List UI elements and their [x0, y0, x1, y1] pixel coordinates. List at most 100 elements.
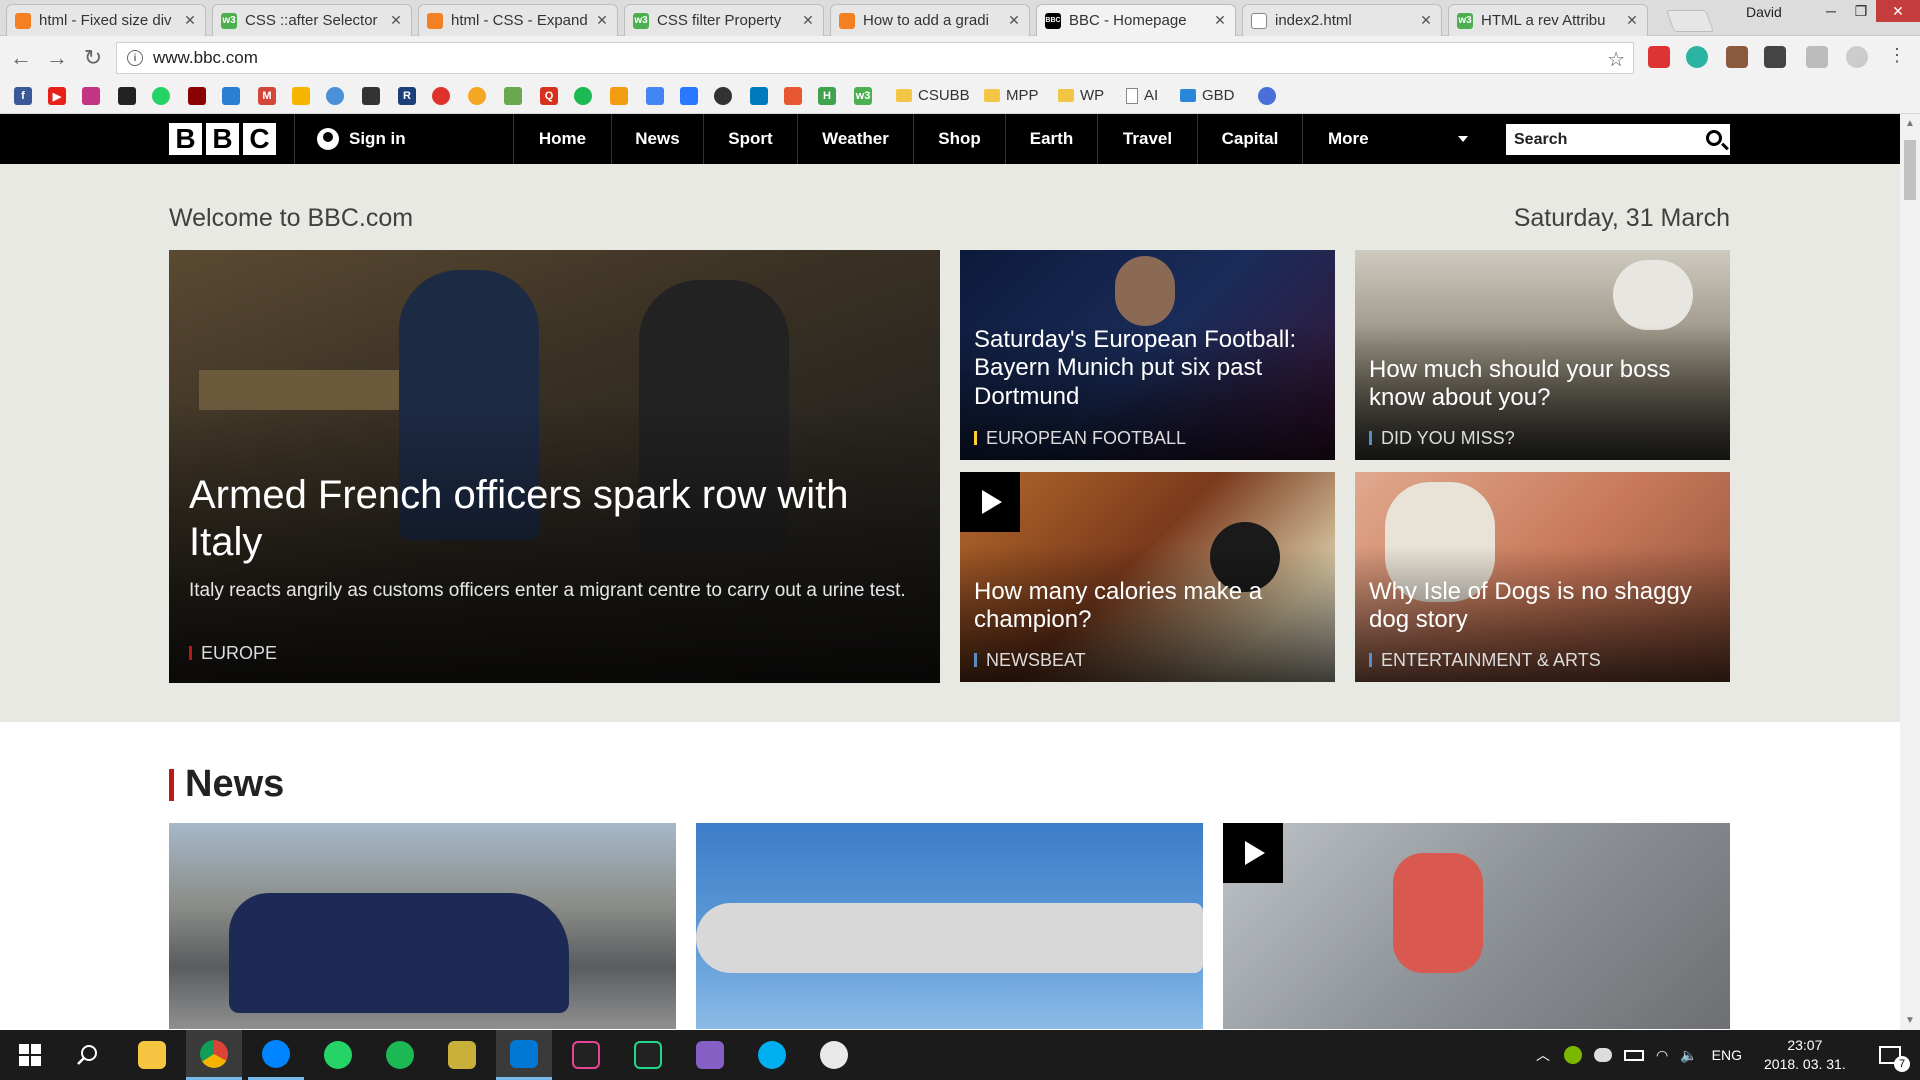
scroll-down-icon[interactable]: ▼ [1905, 1015, 1915, 1026]
nav-shop[interactable]: Shop [913, 114, 1005, 164]
adblock-extension-icon[interactable] [1648, 46, 1670, 68]
chevron-up-icon[interactable]: ︿ [1536, 1045, 1550, 1065]
close-icon[interactable]: ✕ [1419, 12, 1433, 29]
bookmark-folder[interactable]: WP [1058, 87, 1104, 104]
nav-weather[interactable]: Weather [797, 114, 913, 164]
taskbar-chrome[interactable] [186, 1030, 242, 1080]
w3schools-icon[interactable]: w3 [854, 87, 872, 105]
hero-main-tag[interactable]: EUROPE [189, 643, 277, 664]
bookmark-icon[interactable] [118, 87, 136, 105]
tab[interactable]: html - Fixed size div ✕ [6, 4, 206, 36]
facebook-icon[interactable]: f [14, 87, 32, 105]
hero-card[interactable]: How many calories make a champion? NEWSB… [960, 472, 1335, 682]
search-button[interactable] [60, 1030, 116, 1080]
hero-card-tag[interactable]: ENTERTAINMENT & ARTS [1369, 650, 1601, 671]
play-icon[interactable] [960, 472, 1020, 532]
hero-card-tag[interactable]: NEWSBEAT [974, 650, 1086, 671]
nav-sport[interactable]: Sport [703, 114, 797, 164]
taskbar-messenger[interactable] [248, 1030, 304, 1080]
bookmark-folder[interactable]: AI [1126, 87, 1158, 104]
language-indicator[interactable]: ENG [1712, 1047, 1742, 1063]
bookmark-folder[interactable]: CSUBB [896, 87, 970, 104]
bookmark-icon[interactable] [680, 87, 698, 105]
bookmark-icon[interactable] [188, 87, 206, 105]
notifications-button[interactable]: 7 [1862, 1030, 1918, 1080]
hero-card-title[interactable]: Saturday's European Football: Bayern Mun… [974, 326, 1321, 411]
bookmark-icon[interactable]: R [398, 87, 416, 105]
start-button[interactable] [2, 1030, 58, 1080]
tab[interactable]: How to add a gradi ✕ [830, 4, 1030, 36]
reload-icon[interactable]: ↻ [78, 43, 108, 73]
minimize-icon[interactable]: ─ [1816, 0, 1846, 22]
instagram-icon[interactable] [82, 87, 100, 105]
hero-card-title[interactable]: How much should your boss know about you… [1369, 356, 1716, 413]
bookmark-icon[interactable] [504, 87, 522, 105]
google-translate-icon[interactable] [646, 87, 664, 105]
taskbar-skype[interactable] [744, 1030, 800, 1080]
bookmark-icon[interactable]: H [818, 87, 836, 105]
wifi-icon[interactable]: ◠ [1656, 1047, 1668, 1064]
taskbar-visual-studio[interactable] [682, 1030, 738, 1080]
restore-icon[interactable]: ❐ [1846, 0, 1876, 22]
bookmark-icon[interactable] [610, 87, 628, 105]
news-section-heading[interactable]: News [169, 763, 284, 806]
taskbar-whatsapp[interactable] [310, 1030, 366, 1080]
bookmark-icon[interactable] [362, 87, 380, 105]
profile-name[interactable]: David [1746, 4, 1782, 20]
tab[interactable]: index2.html ✕ [1242, 4, 1442, 36]
hero-main-title[interactable]: Armed French officers spark row with Ita… [189, 472, 889, 566]
taskbar-app[interactable] [434, 1030, 490, 1080]
nav-earth[interactable]: Earth [1005, 114, 1097, 164]
tab[interactable]: html - CSS - Expand ✕ [418, 4, 618, 36]
bookmark-icon[interactable] [784, 87, 802, 105]
taskbar-file-explorer[interactable] [124, 1030, 180, 1080]
news-card-image[interactable] [696, 823, 1203, 1029]
spotify-icon[interactable] [574, 87, 592, 105]
volume-icon[interactable]: 🔈 [1680, 1047, 1697, 1064]
news-card-image[interactable] [169, 823, 676, 1029]
nav-travel[interactable]: Travel [1097, 114, 1197, 164]
hero-card-tag[interactable]: DID YOU MISS? [1369, 428, 1515, 449]
utorrent-icon[interactable] [1564, 1046, 1582, 1064]
tab[interactable]: w3 HTML a rev Attribu ✕ [1448, 4, 1648, 36]
taskbar-intellij[interactable] [558, 1030, 614, 1080]
whatsapp-icon[interactable] [152, 87, 170, 105]
clock[interactable]: 23:07 2018. 03. 31. [1764, 1036, 1846, 1074]
close-icon[interactable]: ✕ [1625, 12, 1639, 29]
sign-in-button[interactable]: Sign in [294, 114, 512, 164]
bbc-logo[interactable]: B B C [169, 123, 276, 155]
tab[interactable]: w3 CSS ::after Selector ✕ [212, 4, 412, 36]
news-card-image[interactable] [1223, 823, 1730, 1029]
close-icon[interactable]: ✕ [595, 12, 609, 29]
bookmark-icon[interactable] [468, 87, 486, 105]
page-scrollbar[interactable]: ▲ ▼ [1900, 114, 1920, 1030]
hero-main-story[interactable]: Armed French officers spark row with Ita… [169, 250, 940, 683]
bookmark-icon[interactable] [326, 87, 344, 105]
nav-capital[interactable]: Capital [1197, 114, 1302, 164]
menu-icon[interactable]: ⋮ [1888, 46, 1906, 68]
hero-card[interactable]: Saturday's European Football: Bayern Mun… [960, 250, 1335, 460]
hero-card[interactable]: Why Isle of Dogs is no shaggy dog story … [1355, 472, 1730, 682]
scroll-up-icon[interactable]: ▲ [1905, 118, 1915, 129]
extension-icon[interactable] [1726, 46, 1748, 68]
close-window-icon[interactable]: ✕ [1876, 0, 1920, 22]
hero-card-title[interactable]: Why Isle of Dogs is no shaggy dog story [1369, 578, 1716, 635]
tab-active[interactable]: BBC BBC - Homepage ✕ [1036, 4, 1236, 36]
extension-icon[interactable] [1846, 46, 1868, 68]
tab[interactable]: w3 CSS filter Property ✕ [624, 4, 824, 36]
bookmark-icon[interactable] [1258, 87, 1276, 105]
gmail-icon[interactable]: M [258, 87, 276, 105]
youtube-icon[interactable]: ▶ [48, 87, 66, 105]
scrollbar-thumb[interactable] [1904, 140, 1916, 200]
hero-card[interactable]: How much should your boss know about you… [1355, 250, 1730, 460]
extension-icon[interactable] [1764, 46, 1786, 68]
bookmark-icon[interactable]: Q [540, 87, 558, 105]
bookmark-folder[interactable]: MPP [984, 87, 1039, 104]
nav-news[interactable]: News [611, 114, 703, 164]
search-input[interactable]: Search [1506, 124, 1730, 155]
taskbar-app[interactable] [806, 1030, 862, 1080]
hero-card-title[interactable]: How many calories make a champion? [974, 578, 1321, 635]
hero-card-tag[interactable]: EUROPEAN FOOTBALL [974, 428, 1186, 449]
play-icon[interactable] [1223, 823, 1283, 883]
taskbar-pycharm[interactable] [620, 1030, 676, 1080]
